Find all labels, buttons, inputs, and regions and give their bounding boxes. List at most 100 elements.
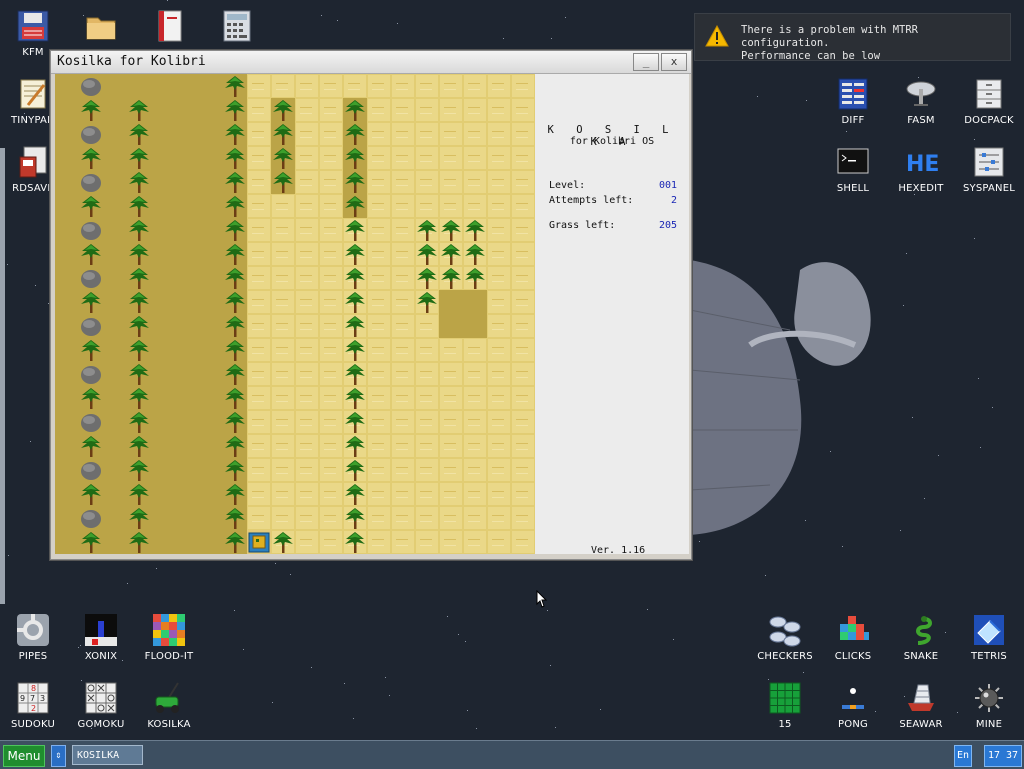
sudoku-icon: 89732 — [16, 681, 50, 715]
mowed-cell — [199, 74, 223, 98]
grass-cell — [295, 122, 319, 146]
grass-cell — [439, 482, 463, 506]
level-label: Level: — [549, 180, 586, 191]
window-switch-button[interactable]: ⇕ — [51, 745, 66, 767]
rock-icon — [79, 314, 103, 338]
desktop-icon-diff[interactable]: DIFF — [821, 77, 885, 143]
grass-cell — [463, 506, 487, 530]
desktop-icon-syspanel[interactable]: SYSPANEL — [957, 145, 1021, 211]
taskbar-item-kosilka[interactable]: KOSILKA — [72, 745, 143, 765]
grass-cell — [367, 74, 391, 98]
tree-icon — [79, 530, 103, 554]
mowed-cell — [55, 434, 79, 458]
star — [906, 253, 907, 254]
grass-cell — [367, 170, 391, 194]
tree-icon — [439, 266, 463, 290]
mowed-cell — [199, 170, 223, 194]
close-button[interactable]: x — [661, 53, 687, 71]
desktop-icon-kosilka[interactable]: KOSILKA — [137, 681, 201, 747]
grass-cell — [319, 434, 343, 458]
side-panel-edge — [0, 148, 5, 604]
desktop-icon-mine[interactable]: MINE — [957, 681, 1021, 747]
grass-cell — [415, 530, 439, 554]
desktop-icon-seawar[interactable]: SEAWAR — [889, 681, 953, 747]
grass-cell — [487, 362, 511, 386]
mowed-cell — [55, 122, 79, 146]
tree-icon — [127, 290, 151, 314]
grass-cell — [391, 194, 415, 218]
minimize-button[interactable]: _ — [633, 53, 659, 71]
desktop-icon-shell[interactable]: SHELL — [821, 145, 885, 211]
grass-cell — [391, 98, 415, 122]
tree-icon — [415, 266, 439, 290]
grass-cell — [247, 506, 271, 530]
tree-icon — [343, 122, 367, 146]
grass-cell — [391, 290, 415, 314]
tree-icon — [271, 122, 295, 146]
grass-cell — [463, 74, 487, 98]
attempts-row: Attempts left: 2 — [549, 195, 677, 206]
mowed-cell — [199, 410, 223, 434]
mowed-cell — [103, 338, 127, 362]
star — [924, 498, 925, 499]
grass-cell — [271, 458, 295, 482]
grass-cell — [511, 98, 535, 122]
clock[interactable]: 17 37 — [984, 745, 1022, 767]
desktop-icon-hexedit[interactable]: HE HEXEDIT — [889, 145, 953, 211]
tree-icon — [223, 98, 247, 122]
desktop-icon-flood-it[interactable]: FLOOD-IT — [137, 613, 201, 679]
grass-cell — [247, 146, 271, 170]
mowed-cell — [151, 290, 175, 314]
mowed-cell — [151, 146, 175, 170]
desktop-icon-snake[interactable]: SNAKE — [889, 613, 953, 679]
star — [385, 677, 386, 678]
mtrr-warning-notification[interactable]: There is a problem with MTRR configurati… — [694, 13, 1011, 62]
game-field[interactable] — [55, 74, 535, 554]
grass-cell — [367, 530, 391, 554]
grass-cell — [319, 362, 343, 386]
star — [272, 702, 273, 703]
grass-cell — [511, 386, 535, 410]
desktop-icon-docpack[interactable]: DOCPACK — [957, 77, 1021, 143]
grass-cell — [487, 74, 511, 98]
desktop-icon-checkers[interactable]: CHECKERS — [753, 613, 817, 679]
grass-cell — [391, 434, 415, 458]
star — [551, 38, 552, 39]
mowed-cell — [55, 98, 79, 122]
desktop-icon-fasm[interactable]: FASM — [889, 77, 953, 143]
desktop-icon-gomoku[interactable]: GOMOKU — [69, 681, 133, 747]
grass-cell — [271, 266, 295, 290]
window-titlebar[interactable]: Kosilka for Kolibri _ x — [51, 51, 691, 74]
tetris-icon — [972, 613, 1006, 647]
tree-icon — [343, 434, 367, 458]
desktop-icon-tetris[interactable]: TETRIS — [957, 613, 1021, 679]
desktop-icon-xonix[interactable]: XONIX — [69, 613, 133, 679]
desktop-icon-pong[interactable]: PONG — [821, 681, 885, 747]
desktop-icon-pipes[interactable]: PIPES — [1, 613, 65, 679]
star — [992, 407, 993, 408]
desktop-icon-sudoku[interactable]: 89732 SUDOKU — [1, 681, 65, 747]
desktop-icon-clicks[interactable]: CLICKS — [821, 613, 885, 679]
star — [555, 727, 556, 728]
snake-icon — [904, 613, 938, 647]
folder-icon — [84, 9, 118, 43]
svg-text:3: 3 — [40, 694, 45, 703]
kosilka-window[interactable]: Kosilka for Kolibri _ x K O S I L K A fo… — [50, 50, 692, 560]
flood-it-icon — [152, 613, 186, 647]
star — [397, 23, 398, 24]
mouse-cursor-icon — [536, 590, 548, 608]
grass-cell — [247, 482, 271, 506]
grass-cell — [295, 506, 319, 530]
language-indicator[interactable]: En — [954, 745, 972, 767]
star — [243, 649, 244, 650]
desktop-icon-15[interactable]: 15 — [753, 681, 817, 747]
grass-value: 205 — [658, 220, 677, 231]
grass-cell — [247, 458, 271, 482]
mowed-cell — [175, 98, 199, 122]
mowed-cell — [151, 170, 175, 194]
grass-cell — [295, 242, 319, 266]
star — [978, 378, 979, 379]
grass-cell — [391, 386, 415, 410]
menu-button[interactable]: Menu — [3, 745, 45, 767]
grass-cell — [463, 98, 487, 122]
